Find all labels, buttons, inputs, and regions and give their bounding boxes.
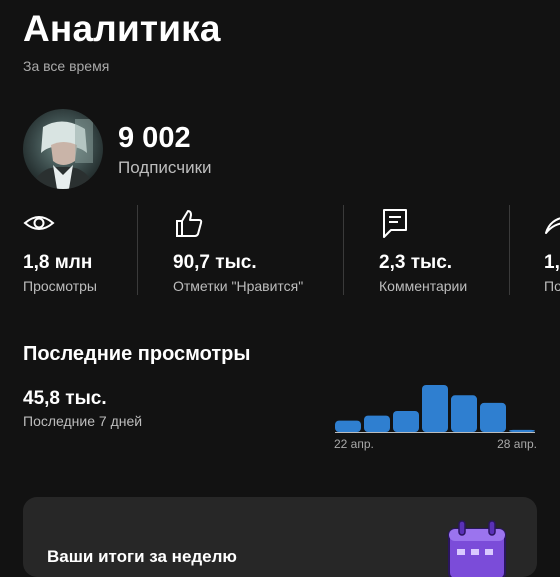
chart-tick-label: 22 апр. [334,437,374,451]
recent-views-chart[interactable]: 22 апр. 28 апр. [330,375,545,455]
comment-icon [379,207,411,239]
followers-label: Подписчики [118,158,212,177]
calendar-icon [445,519,509,577]
stat-shares-value: 1, [544,252,560,273]
avatar-image [23,109,103,189]
chart-bar [364,415,390,432]
page-subtitle: За все время [23,58,110,74]
stat-shares-label: По [544,278,560,294]
recent-views-period: Последние 7 дней [23,413,143,429]
thumbs-up-icon [173,207,205,239]
weekly-summary-card[interactable]: Ваши итоги за неделю [23,497,537,577]
stat-comments-label: Комментарии [379,278,468,294]
chart-bar [335,420,361,432]
chart-bar [451,395,477,432]
recent-views-value: 45,8 тыс. [23,388,107,409]
stat-divider [509,205,510,295]
chart-bar [393,411,419,432]
stat-divider [137,205,138,295]
recent-views-title: Последние просмотры [23,343,251,365]
avatar[interactable] [23,109,103,189]
stat-views-value: 1,8 млн [23,252,93,273]
eye-icon [23,207,55,239]
chart-tick-label: 28 апр. [497,437,537,451]
stat-comments-value: 2,3 тыс. [379,252,453,273]
stat-likes-value: 90,7 тыс. [173,252,257,273]
chart-bar [480,402,506,432]
stat-views-label: Просмотры [23,278,97,294]
stats-row: 1,8 млн Просмотры 90,7 тыс. Отметки "Нра… [0,205,560,300]
weekly-summary-title: Ваши итоги за неделю [47,547,237,566]
page-title: Аналитика [23,8,221,49]
stat-divider [343,205,344,295]
chart-bar [422,385,448,432]
chart-bar [509,429,535,432]
share-icon [544,207,560,239]
stat-likes-label: Отметки "Нравится" [173,278,304,294]
followers-count: 9 002 [118,122,191,154]
